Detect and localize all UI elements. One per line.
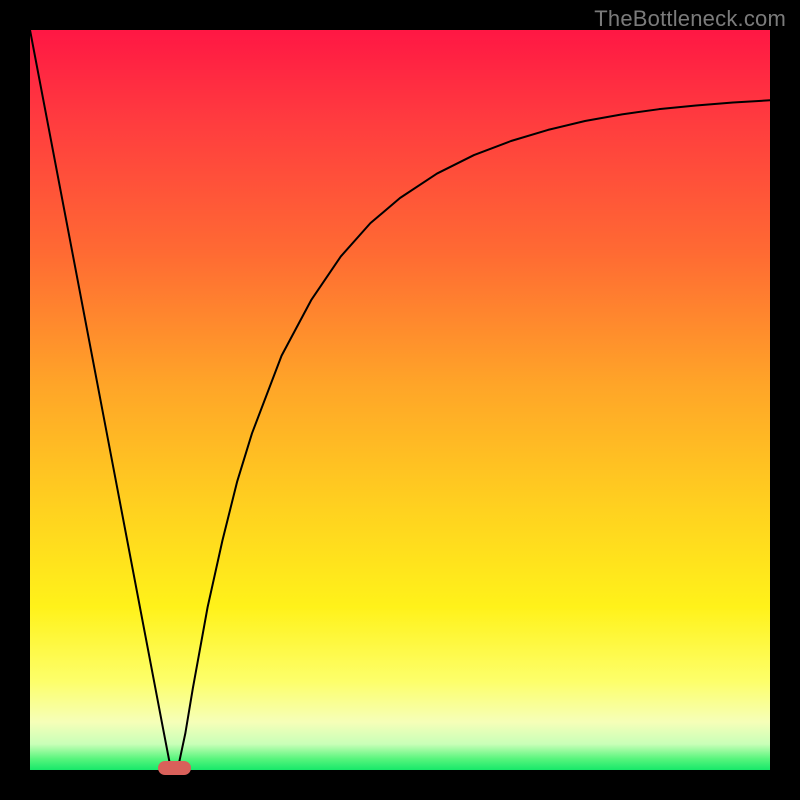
chart-frame: TheBottleneck.com	[0, 0, 800, 800]
chart-background	[30, 30, 770, 770]
chart-plot	[30, 30, 770, 770]
optimal-region-marker	[158, 761, 191, 775]
watermark: TheBottleneck.com	[594, 6, 786, 32]
